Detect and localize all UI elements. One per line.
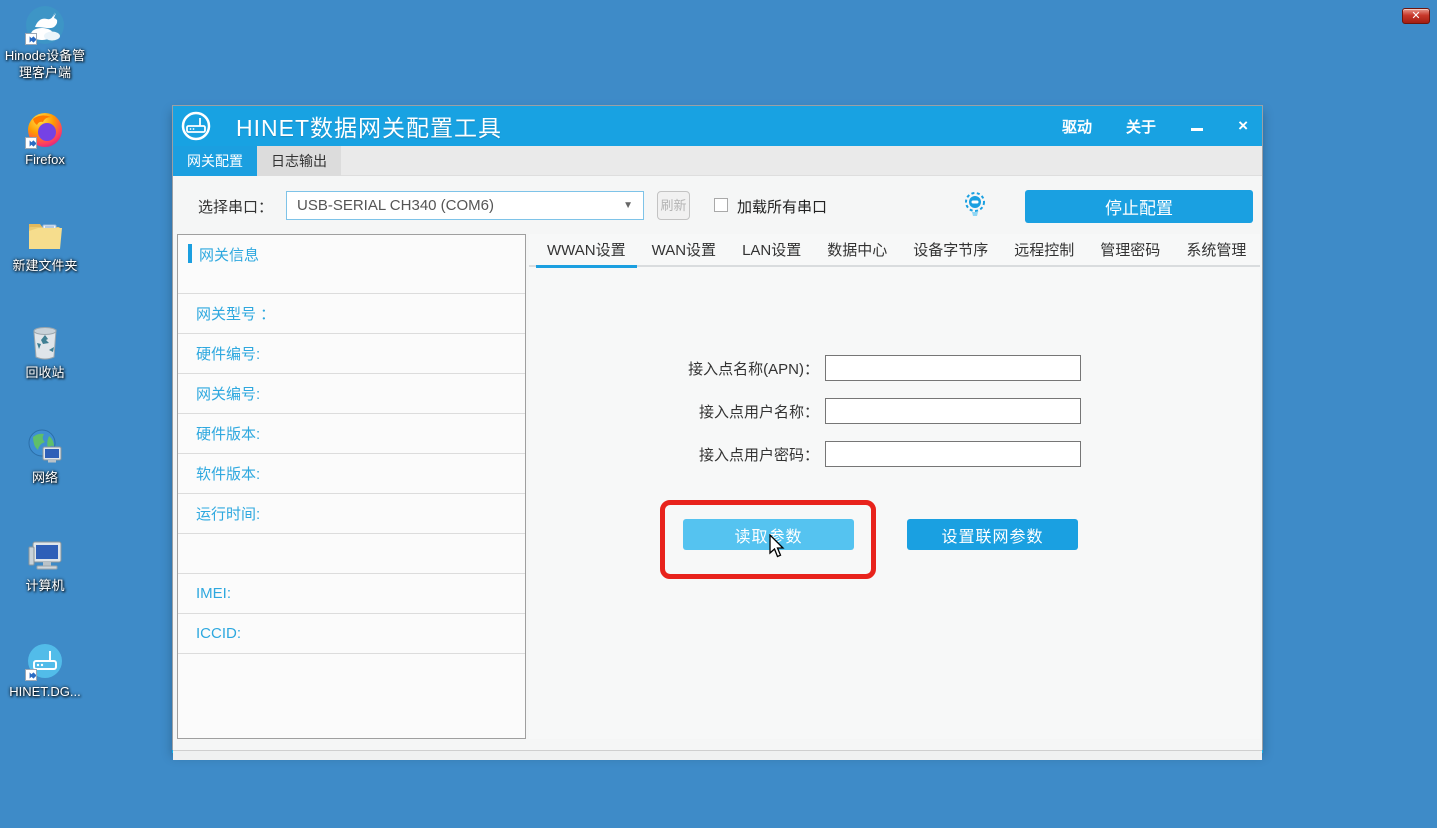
desktop-icon-label: 计算机	[1, 578, 89, 595]
settings-tabstrip: WWAN设置 WAN设置 LAN设置 数据中心 设备字节序 远程控制 管理密码 …	[529, 234, 1260, 267]
gateway-info-title: 网关信息	[199, 244, 259, 265]
read-params-button[interactable]: 读取参数	[683, 519, 854, 550]
network-icon	[25, 427, 65, 467]
desktop-icon-label: 回收站	[1, 365, 89, 382]
window-bottom-strip	[173, 750, 1262, 760]
recycle-bin-icon	[25, 322, 65, 362]
panel-filler	[178, 654, 525, 738]
set-network-params-button[interactable]: 设置联网参数	[907, 519, 1078, 550]
tab-wwan-settings[interactable]: WWAN设置	[534, 233, 639, 266]
titlebar: HINET数据网关配置工具 驱动 关于 ×	[173, 106, 1262, 146]
gateway-info-header: 网关信息	[178, 235, 525, 294]
screen-close-button[interactable]: ✕	[1402, 8, 1430, 24]
hinet-dg-icon	[25, 641, 65, 681]
desktop-icon-hinode-client[interactable]: Hinode设备管理客户端	[0, 5, 90, 82]
hinode-client-icon	[25, 5, 65, 45]
load-all-ports-label: 加载所有串口	[737, 196, 827, 217]
field-imei: IMEI:	[178, 574, 525, 614]
tab-admin-password[interactable]: 管理密码	[1087, 233, 1173, 266]
desktop-icon-firefox[interactable]: Firefox	[0, 109, 90, 169]
apn-username-input[interactable]	[825, 398, 1081, 424]
apn-username-label: 接入点用户名称：	[651, 401, 819, 422]
window-title: HINET数据网关配置工具	[236, 109, 502, 143]
serial-port-value: USB-SERIAL CH340 (COM6)	[297, 197, 623, 214]
settings-panel: WWAN设置 WAN设置 LAN设置 数据中心 设备字节序 远程控制 管理密码 …	[529, 234, 1260, 739]
app-window: HINET数据网关配置工具 驱动 关于 × 网关配置 日志输出 选择串口： US…	[172, 105, 1263, 750]
about-menu-item[interactable]: 关于	[1126, 116, 1156, 137]
field-iccid: ICCID:	[178, 614, 525, 654]
accent-bar	[188, 244, 192, 263]
tab-log-output[interactable]: 日志输出	[257, 146, 341, 176]
desktop-icon-recycle-bin[interactable]: 回收站	[0, 322, 90, 382]
tab-data-center[interactable]: 数据中心	[814, 233, 900, 266]
shortcut-arrow-icon	[25, 137, 37, 149]
main-content: 网关信息 网关型号 ： 硬件编号: 网关编号: 硬件版本: 软件版本: 运行时间…	[173, 233, 1262, 750]
field-uptime: 运行时间:	[178, 494, 525, 534]
desktop-icon-label: 网络	[1, 470, 89, 487]
tab-remote-control[interactable]: 远程控制	[1001, 233, 1087, 266]
serial-port-row: 选择串口： USB-SERIAL CH340 (COM6) ▼ 刷新 加载所有串…	[173, 176, 1262, 233]
tab-gateway-config[interactable]: 网关配置	[173, 146, 257, 176]
window-close-button[interactable]: ×	[1238, 116, 1248, 136]
tab-system-management[interactable]: 系统管理	[1173, 233, 1259, 266]
firefox-icon	[25, 109, 65, 149]
desktop-icon-network[interactable]: 网络	[0, 427, 90, 487]
desktop-icon-label: 新建文件夹	[1, 258, 89, 275]
tab-byte-order[interactable]: 设备字节序	[900, 233, 1001, 266]
driver-menu-item[interactable]: 驱动	[1062, 116, 1092, 137]
hint-bulb-icon	[962, 191, 988, 219]
apn-label: 接入点名称(APN)：	[651, 358, 819, 379]
desktop-icon-hinet-dg[interactable]: HINET.DG...	[0, 641, 90, 701]
desktop-icon-label: Firefox	[1, 152, 89, 169]
tab-wan-settings[interactable]: WAN设置	[639, 233, 729, 266]
apn-password-label: 接入点用户密码：	[651, 444, 819, 465]
refresh-button[interactable]: 刷新	[657, 191, 690, 220]
field-empty	[178, 534, 525, 574]
main-tabstrip: 网关配置 日志输出	[173, 146, 1262, 176]
load-all-ports-checkbox[interactable]	[714, 198, 728, 212]
desktop-icon-new-folder[interactable]: 新建文件夹	[0, 215, 90, 275]
shortcut-arrow-icon	[25, 33, 37, 45]
desktop: Hinode设备管理客户端 Firefox	[0, 0, 1437, 828]
apn-input[interactable]	[825, 355, 1081, 381]
tab-lan-settings[interactable]: LAN设置	[729, 233, 814, 266]
chevron-down-icon: ▼	[623, 200, 633, 211]
field-gateway-number: 网关编号:	[178, 374, 525, 414]
desktop-icon-computer[interactable]: 计算机	[0, 535, 90, 595]
field-gateway-model: 网关型号 ：	[178, 294, 525, 334]
shortcut-arrow-icon	[25, 669, 37, 681]
computer-icon	[25, 535, 65, 575]
desktop-icon-label: HINET.DG...	[1, 684, 89, 701]
gateway-info-panel: 网关信息 网关型号 ： 硬件编号: 网关编号: 硬件版本: 软件版本: 运行时间…	[177, 234, 526, 739]
stop-config-button[interactable]: 停止配置	[1025, 190, 1253, 223]
minimize-button[interactable]	[1190, 119, 1204, 133]
folder-icon	[25, 215, 65, 255]
field-hardware-version: 硬件版本:	[178, 414, 525, 454]
serial-port-label: 选择串口：	[198, 196, 273, 217]
serial-port-select[interactable]: USB-SERIAL CH340 (COM6) ▼	[286, 191, 644, 220]
apn-password-input[interactable]	[825, 441, 1081, 467]
field-hardware-number: 硬件编号:	[178, 334, 525, 374]
desktop-icon-label: Hinode设备管理客户端	[1, 48, 89, 82]
field-software-version: 软件版本:	[178, 454, 525, 494]
app-router-icon	[181, 111, 211, 141]
